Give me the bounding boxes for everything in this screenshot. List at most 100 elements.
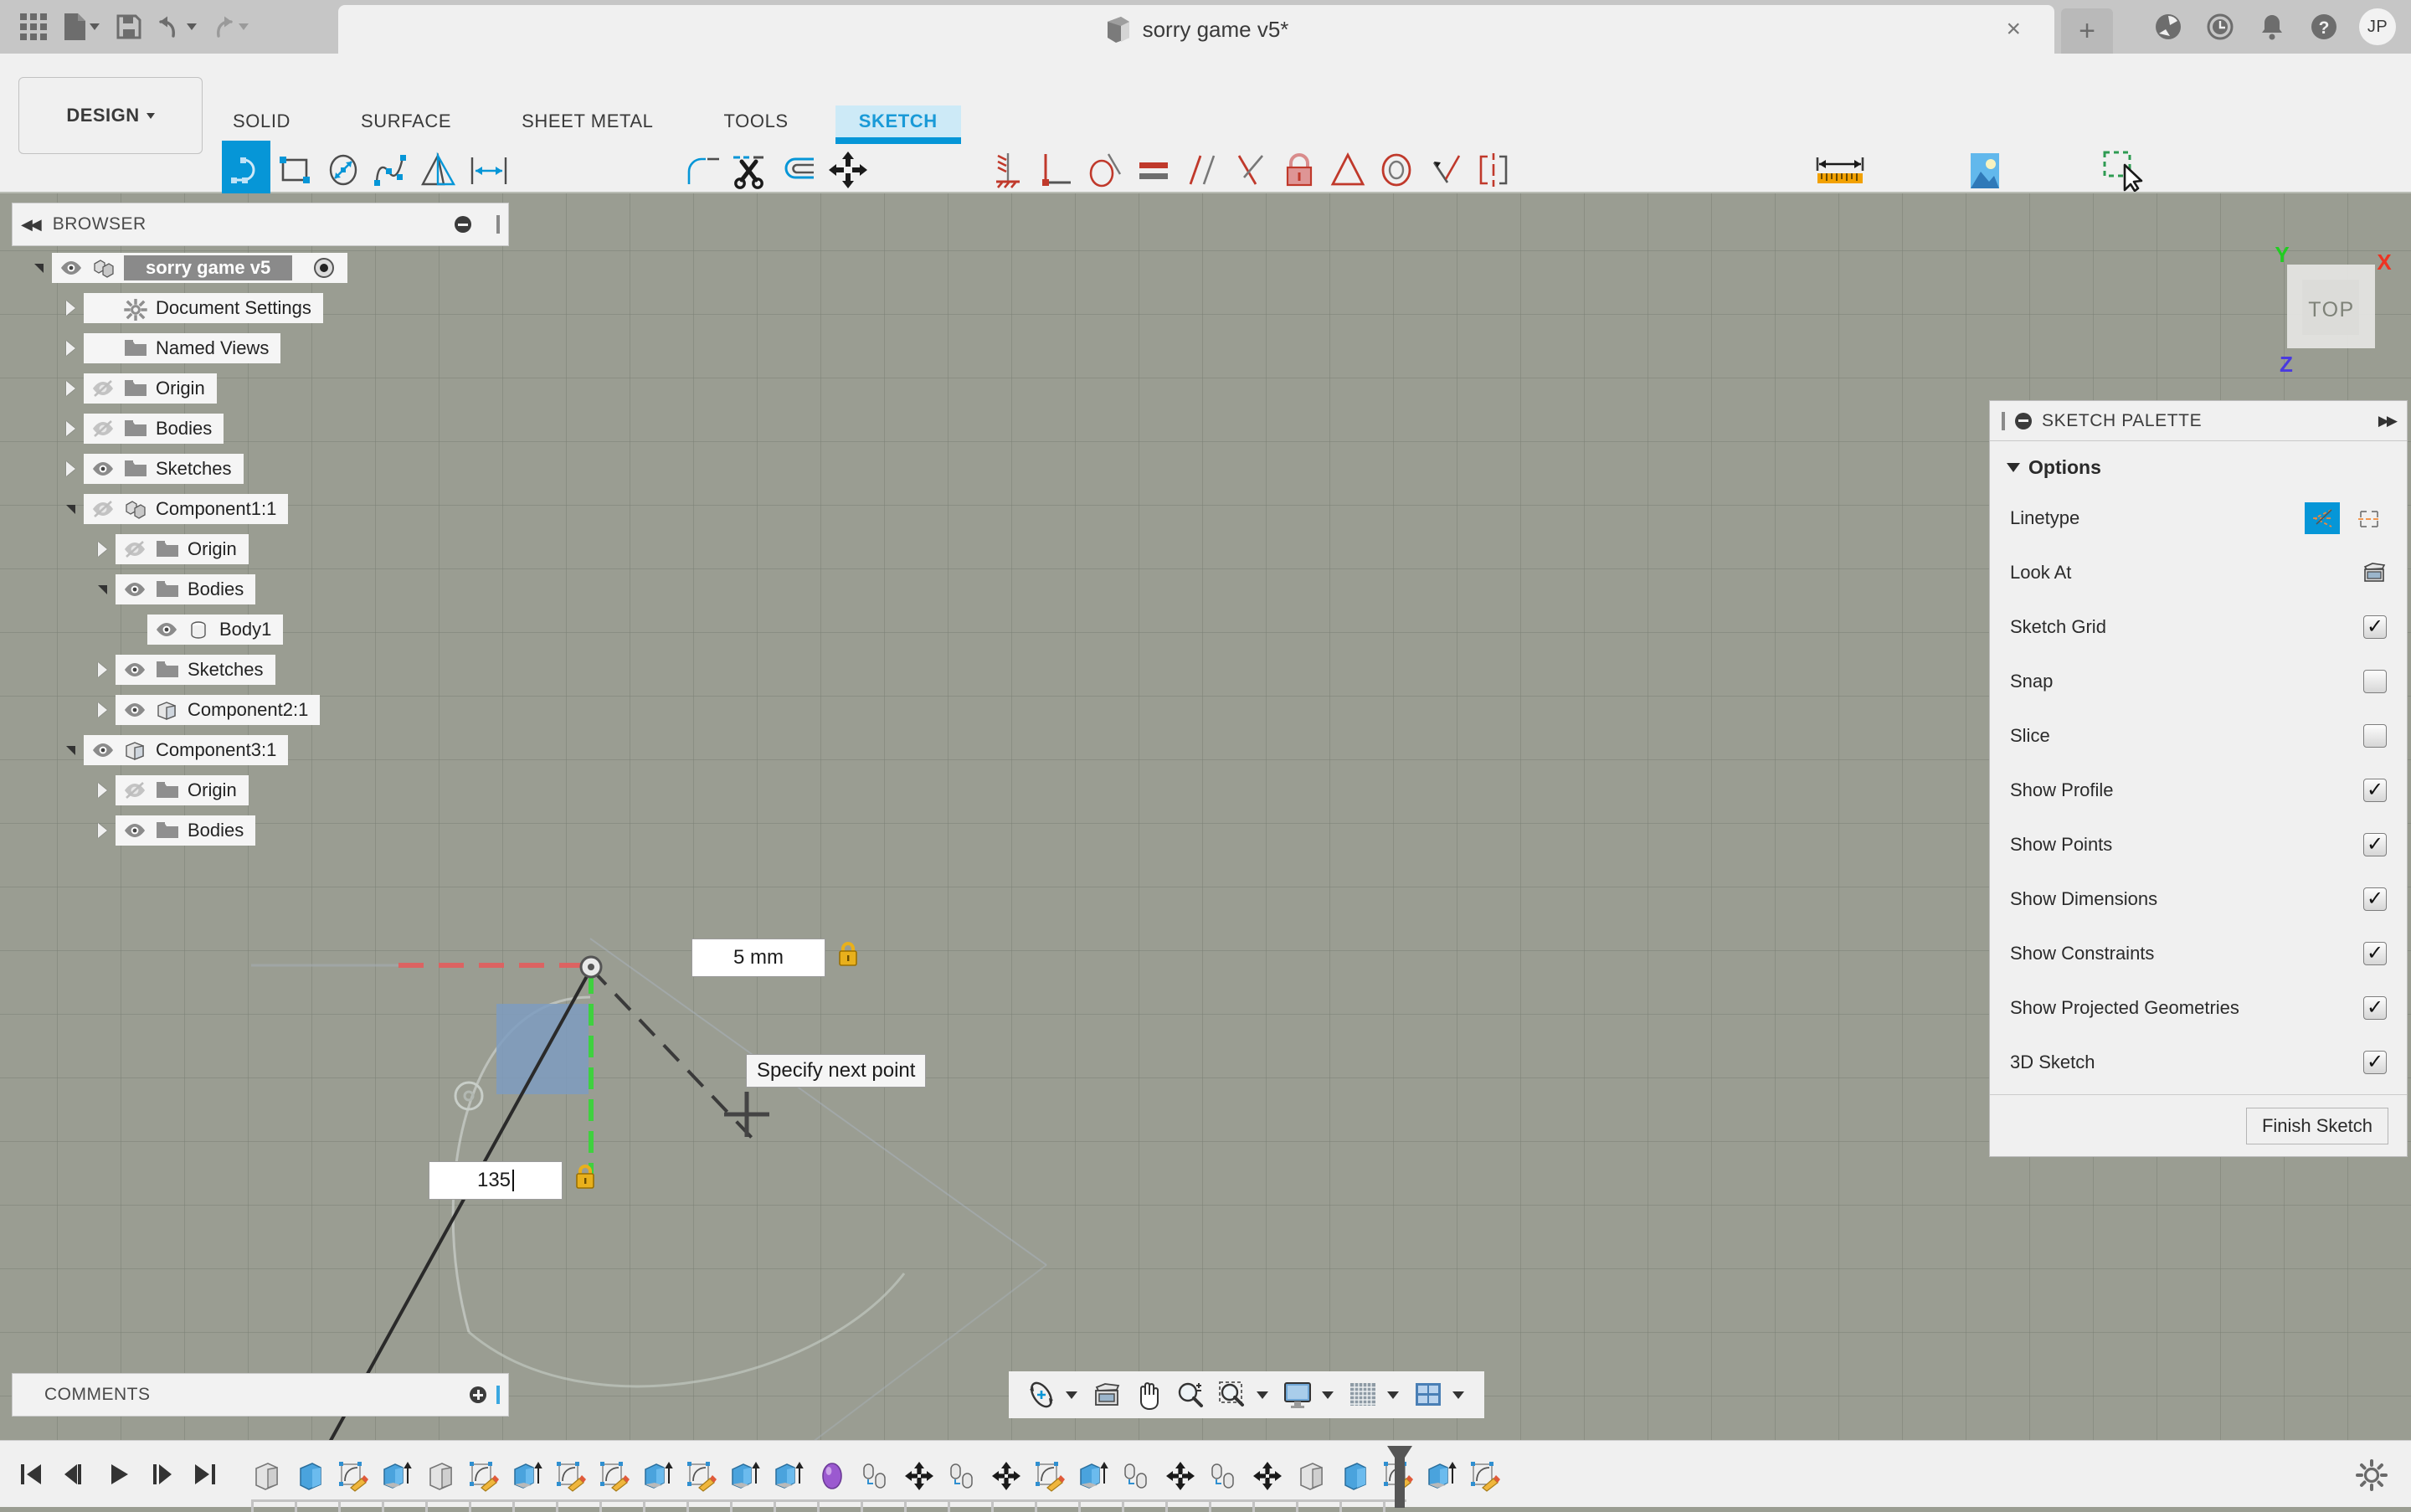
- new-tab-button[interactable]: +: [2061, 8, 2113, 54]
- length-dimension-input[interactable]: 5 mm: [691, 939, 825, 977]
- extrude-feature-icon[interactable]: [767, 1453, 810, 1499]
- palette-collapse-icon[interactable]: [2015, 412, 2032, 429]
- offset-icon[interactable]: [775, 141, 824, 199]
- expand-arrow-icon[interactable]: [60, 338, 80, 358]
- extrude-feature-icon[interactable]: [288, 1453, 332, 1499]
- chevron-down-icon[interactable]: [1452, 1391, 1464, 1399]
- move-feature-icon[interactable]: [984, 1453, 1028, 1499]
- collapse-icon[interactable]: ◀◀: [21, 216, 42, 234]
- collapse-arrow-icon[interactable]: [92, 579, 112, 599]
- display-settings-icon[interactable]: [1278, 1376, 1317, 1414]
- parallel-constraint-icon[interactable]: [1178, 141, 1226, 199]
- expand-arrow-icon[interactable]: [92, 660, 112, 680]
- collapse-all-icon[interactable]: [455, 216, 471, 233]
- expand-arrow-icon[interactable]: [60, 298, 80, 318]
- chevron-down-icon[interactable]: [1322, 1391, 1334, 1399]
- sketch-feature-icon[interactable]: [680, 1453, 723, 1499]
- avatar[interactable]: JP: [2359, 8, 2396, 45]
- go-to-beginning-icon[interactable]: [12, 1453, 50, 1496]
- visibility-eye-icon[interactable]: [122, 661, 147, 679]
- redo-icon[interactable]: [203, 5, 254, 49]
- checkbox-show-projected-geometries[interactable]: ✓: [2363, 995, 2387, 1020]
- tangent-constraint-icon[interactable]: [1081, 141, 1129, 199]
- orbit-icon[interactable]: [1022, 1376, 1061, 1414]
- sketch-feature-icon[interactable]: [1463, 1453, 1507, 1499]
- angle-dimension-input[interactable]: 135: [429, 1161, 563, 1200]
- move-copy-icon[interactable]: [824, 141, 872, 199]
- undo-icon[interactable]: [151, 5, 203, 49]
- browser-tree-row[interactable]: Bodies: [0, 569, 519, 609]
- help-question-icon[interactable]: ?: [2307, 10, 2341, 44]
- tab-solid[interactable]: SOLID: [209, 105, 314, 137]
- browser-tree-row[interactable]: Sketches: [0, 650, 519, 690]
- job-status-clock-icon[interactable]: [2203, 10, 2237, 44]
- visibility-eye-icon[interactable]: [154, 620, 179, 639]
- rectangle-icon[interactable]: [270, 141, 319, 199]
- expand-arrow-icon[interactable]: [92, 780, 112, 800]
- visibility-eye-icon[interactable]: [122, 701, 147, 719]
- extrude-feature-icon[interactable]: [636, 1453, 680, 1499]
- look-at-icon[interactable]: [2362, 561, 2387, 584]
- browser-tree-row[interactable]: Origin: [0, 368, 519, 409]
- visibility-eye-off-icon[interactable]: [90, 500, 116, 518]
- palette-expand-icon[interactable]: ▶▶: [2378, 413, 2398, 429]
- spline-icon[interactable]: [368, 141, 416, 199]
- fix-unfix-lock-icon[interactable]: [1275, 141, 1324, 199]
- zoom-window-icon[interactable]: [1213, 1376, 1252, 1414]
- expand-arrow-icon[interactable]: [60, 378, 80, 399]
- close-icon[interactable]: ×: [2006, 17, 2021, 42]
- visibility-eye-off-icon[interactable]: [90, 379, 116, 398]
- sketch-feature-icon[interactable]: [1028, 1453, 1072, 1499]
- move-feature-icon[interactable]: [897, 1453, 941, 1499]
- grid-snap-icon[interactable]: [1344, 1376, 1382, 1414]
- coincident-constraint-icon[interactable]: [984, 141, 1032, 199]
- line-icon[interactable]: [222, 141, 270, 199]
- visibility-eye-off-icon[interactable]: [122, 781, 147, 800]
- extrude-feature-icon[interactable]: [723, 1453, 767, 1499]
- browser-tree-row[interactable]: Component3:1: [0, 730, 519, 770]
- concentric-constraint-icon[interactable]: [1372, 141, 1421, 199]
- checkbox-sketch-grid[interactable]: ✓: [2363, 615, 2387, 639]
- tab-sheet-metal[interactable]: SHEET METAL: [498, 105, 676, 137]
- collapse-arrow-icon[interactable]: [60, 740, 80, 760]
- app-grid-icon[interactable]: [12, 5, 55, 49]
- browser-tree-row[interactable]: Bodies: [0, 810, 519, 851]
- finish-sketch-palette-button[interactable]: Finish Sketch: [2245, 1107, 2388, 1144]
- expand-arrow-icon[interactable]: [92, 700, 112, 720]
- extrude-feature-icon[interactable]: [506, 1453, 549, 1499]
- sketch-feature-icon[interactable]: [462, 1453, 506, 1499]
- viewports-icon[interactable]: [1409, 1376, 1447, 1414]
- polygon-icon[interactable]: [416, 141, 465, 199]
- browser-tree-row[interactable]: Origin: [0, 529, 519, 569]
- zoom-icon[interactable]: [1171, 1376, 1210, 1414]
- browser-tree-row[interactable]: Sketches: [0, 449, 519, 489]
- chevron-down-icon[interactable]: [1387, 1391, 1399, 1399]
- browser-tree-row[interactable]: Bodies: [0, 409, 519, 449]
- tab-sketch[interactable]: SKETCH: [835, 105, 961, 144]
- sketch-feature-icon[interactable]: [593, 1453, 636, 1499]
- midpoint-constraint-icon[interactable]: [1324, 141, 1372, 199]
- expand-arrow-icon[interactable]: [60, 459, 80, 479]
- extrude-feature-icon[interactable]: [375, 1453, 419, 1499]
- chevron-down-icon[interactable]: [1257, 1391, 1268, 1399]
- browser-tree-row[interactable]: Named Views: [0, 328, 519, 368]
- notification-bell-icon[interactable]: [2255, 10, 2289, 44]
- linetype-construction-button[interactable]: [2305, 501, 2340, 534]
- checkbox-3d-sketch[interactable]: ✓: [2363, 1050, 2387, 1074]
- extrude-feature-icon[interactable]: [1072, 1453, 1115, 1499]
- step-forward-icon[interactable]: [142, 1453, 181, 1496]
- checkbox-snap[interactable]: [2363, 669, 2387, 693]
- browser-tree-row[interactable]: Origin: [0, 770, 519, 810]
- file-icon[interactable]: [55, 5, 107, 49]
- trim-scissors-icon[interactable]: [727, 141, 775, 199]
- joint-feature-icon[interactable]: [941, 1453, 984, 1499]
- step-back-icon[interactable]: [55, 1453, 94, 1496]
- add-comment-icon[interactable]: [470, 1386, 486, 1403]
- pan-hand-icon[interactable]: [1129, 1376, 1168, 1414]
- body-feature-icon[interactable]: [1289, 1453, 1333, 1499]
- visibility-eye-icon[interactable]: [59, 259, 84, 277]
- go-to-end-icon[interactable]: [186, 1453, 224, 1496]
- checkbox-slice[interactable]: [2363, 723, 2387, 748]
- joint-feature-icon[interactable]: [854, 1453, 897, 1499]
- body-feature-icon[interactable]: [419, 1453, 462, 1499]
